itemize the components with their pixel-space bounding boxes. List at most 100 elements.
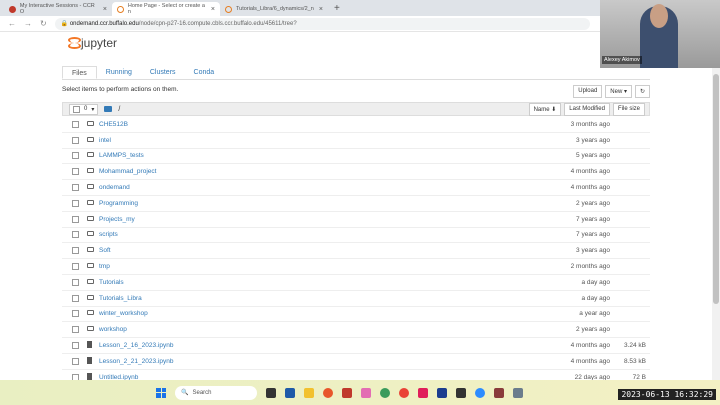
- tab-conda[interactable]: Conda: [185, 66, 224, 79]
- row-checkbox[interactable]: [72, 278, 79, 286]
- last-modified: 3 months ago: [570, 120, 610, 128]
- file-name-link[interactable]: Soft: [99, 247, 111, 254]
- file-row[interactable]: Tutorials_Libra a day ago: [62, 291, 650, 307]
- upload-button[interactable]: Upload: [573, 85, 603, 98]
- row-checkbox[interactable]: [72, 326, 79, 334]
- file-name-link[interactable]: tmp: [99, 263, 110, 270]
- file-row[interactable]: workshop 2 years ago: [62, 322, 650, 339]
- close-tab-icon[interactable]: ×: [103, 6, 107, 13]
- file-name-link[interactable]: ondemand: [99, 184, 130, 191]
- row-checkbox[interactable]: [72, 184, 79, 192]
- browser-tab[interactable]: Tutorials_Libra/6_dynamics/2_n ×: [220, 2, 328, 16]
- row-checkbox[interactable]: [72, 152, 79, 160]
- new-tab-button[interactable]: +: [334, 3, 340, 14]
- row-checkbox[interactable]: [72, 342, 79, 350]
- file-name-link[interactable]: LAMMPS_tests: [99, 152, 144, 159]
- file-row[interactable]: Programming 2 years ago: [62, 196, 650, 212]
- tab-files[interactable]: Files: [62, 66, 97, 79]
- zoom-meetings-icon[interactable]: [475, 387, 485, 398]
- file-row[interactable]: scripts 7 years ago: [62, 228, 650, 244]
- file-row[interactable]: Projects_my 7 years ago: [62, 212, 650, 228]
- file-row[interactable]: ondemand 4 months ago: [62, 180, 650, 196]
- close-tab-icon[interactable]: ×: [211, 6, 215, 13]
- task-view-icon[interactable]: [266, 387, 276, 398]
- row-checkbox[interactable]: [72, 263, 79, 271]
- close-tab-icon[interactable]: ×: [319, 6, 323, 13]
- row-checkbox[interactable]: [72, 294, 79, 302]
- last-modified: 4 months ago: [570, 342, 610, 350]
- sort-size-button[interactable]: File size: [612, 102, 645, 116]
- refresh-button[interactable]: ↻: [634, 85, 650, 98]
- browser-tab-active[interactable]: Home Page - Select or create a n ×: [112, 2, 220, 16]
- row-checkbox[interactable]: [72, 357, 79, 365]
- select-all-dropdown[interactable]: 0 ▾: [69, 103, 99, 115]
- file-row[interactable]: winter_workshop a year ago: [62, 307, 650, 323]
- row-checkbox[interactable]: [72, 310, 79, 318]
- tab-title: Home Page - Select or create a n: [127, 3, 205, 15]
- paint-icon[interactable]: [361, 387, 371, 398]
- scrollbar-thumb[interactable]: [713, 74, 719, 304]
- file-name-link[interactable]: intel: [99, 137, 111, 144]
- browser-tab[interactable]: My Interactive Sessions - CCR O ×: [4, 2, 112, 16]
- taskbar-search[interactable]: 🔍 Search: [175, 385, 257, 400]
- sort-name-button[interactable]: Name ⬇: [528, 102, 562, 116]
- file-row[interactable]: LAMMPS_tests 5 years ago: [62, 149, 650, 165]
- file-row[interactable]: tmp 2 months ago: [62, 259, 650, 275]
- file-name-link[interactable]: workshop: [99, 326, 127, 333]
- file-name-link[interactable]: Lesson_2_16_2023.ipynb: [99, 342, 173, 349]
- file-name-link[interactable]: Tutorials: [99, 279, 124, 286]
- file-name-link[interactable]: Tutorials_Libra: [99, 295, 142, 302]
- windows-start-icon[interactable]: [156, 387, 166, 398]
- reload-icon[interactable]: ↻: [40, 19, 47, 28]
- file-name-link[interactable]: winter_workshop: [99, 310, 148, 317]
- select-all-checkbox[interactable]: [73, 105, 80, 113]
- terminal-icon[interactable]: [456, 387, 466, 398]
- row-checkbox[interactable]: [72, 247, 79, 255]
- new-button[interactable]: New ▾: [605, 85, 632, 98]
- file-explorer-icon[interactable]: [304, 387, 314, 398]
- app-icon[interactable]: [494, 387, 504, 398]
- file-name-link[interactable]: CHE512B: [99, 121, 128, 128]
- file-row[interactable]: CHE512B 3 months ago: [62, 117, 650, 133]
- sort-modified-button[interactable]: Last Modified: [564, 102, 610, 116]
- row-checkbox[interactable]: [72, 136, 79, 144]
- taskbar: 🔍 Search: [0, 380, 720, 405]
- back-icon[interactable]: ←: [8, 19, 16, 28]
- last-modified: 7 years ago: [576, 231, 610, 239]
- file-row[interactable]: Mohammad_project 4 months ago: [62, 164, 650, 181]
- row-checkbox[interactable]: [72, 199, 79, 207]
- file-row[interactable]: Soft 3 years ago: [62, 243, 650, 260]
- file-name-link[interactable]: Lesson_2_21_2023.ipynb: [99, 358, 173, 365]
- app-icon[interactable]: [380, 387, 390, 398]
- jupyter-logo[interactable]: jupyter: [68, 36, 117, 50]
- last-modified: a day ago: [581, 294, 610, 302]
- tab-title: My Interactive Sessions - CCR O: [19, 3, 95, 15]
- tab-clusters[interactable]: Clusters: [141, 66, 185, 79]
- url-input[interactable]: 🔒 ondemand.ccr.buffalo.edu/node/cpn-p27-…: [54, 17, 590, 30]
- file-name-link[interactable]: Mohammad_project: [99, 168, 156, 175]
- tab-running[interactable]: Running: [97, 66, 141, 79]
- row-checkbox[interactable]: [72, 231, 79, 239]
- file-row[interactable]: Lesson_2_16_2023.ipynb 4 months ago 3.24 k…: [62, 338, 650, 354]
- selected-count: 0: [84, 106, 88, 112]
- scrollbar[interactable]: [712, 34, 720, 380]
- row-checkbox[interactable]: [72, 168, 79, 176]
- jupyter-favicon-icon: [117, 5, 124, 13]
- zoom-app-icon[interactable]: [342, 387, 352, 398]
- file-row[interactable]: intel 3 years ago: [62, 133, 650, 149]
- file-row[interactable]: Lesson_2_21_2023.ipynb 4 months ago 8.53 k…: [62, 354, 650, 370]
- file-name-link[interactable]: Programming: [99, 200, 138, 207]
- breadcrumb[interactable]: /: [118, 106, 120, 113]
- forward-icon[interactable]: →: [24, 19, 32, 28]
- slack-icon[interactable]: [418, 387, 428, 398]
- app-icon[interactable]: [513, 387, 523, 398]
- chrome-icon[interactable]: [399, 387, 409, 398]
- file-row[interactable]: Tutorials a day ago: [62, 275, 650, 291]
- row-checkbox[interactable]: [72, 120, 79, 128]
- firefox-icon[interactable]: [323, 387, 333, 398]
- app-icon[interactable]: [437, 387, 447, 398]
- store-icon[interactable]: [285, 387, 295, 398]
- row-checkbox[interactable]: [72, 215, 79, 223]
- file-name-link[interactable]: Projects_my: [99, 216, 135, 223]
- file-name-link[interactable]: scripts: [99, 231, 118, 238]
